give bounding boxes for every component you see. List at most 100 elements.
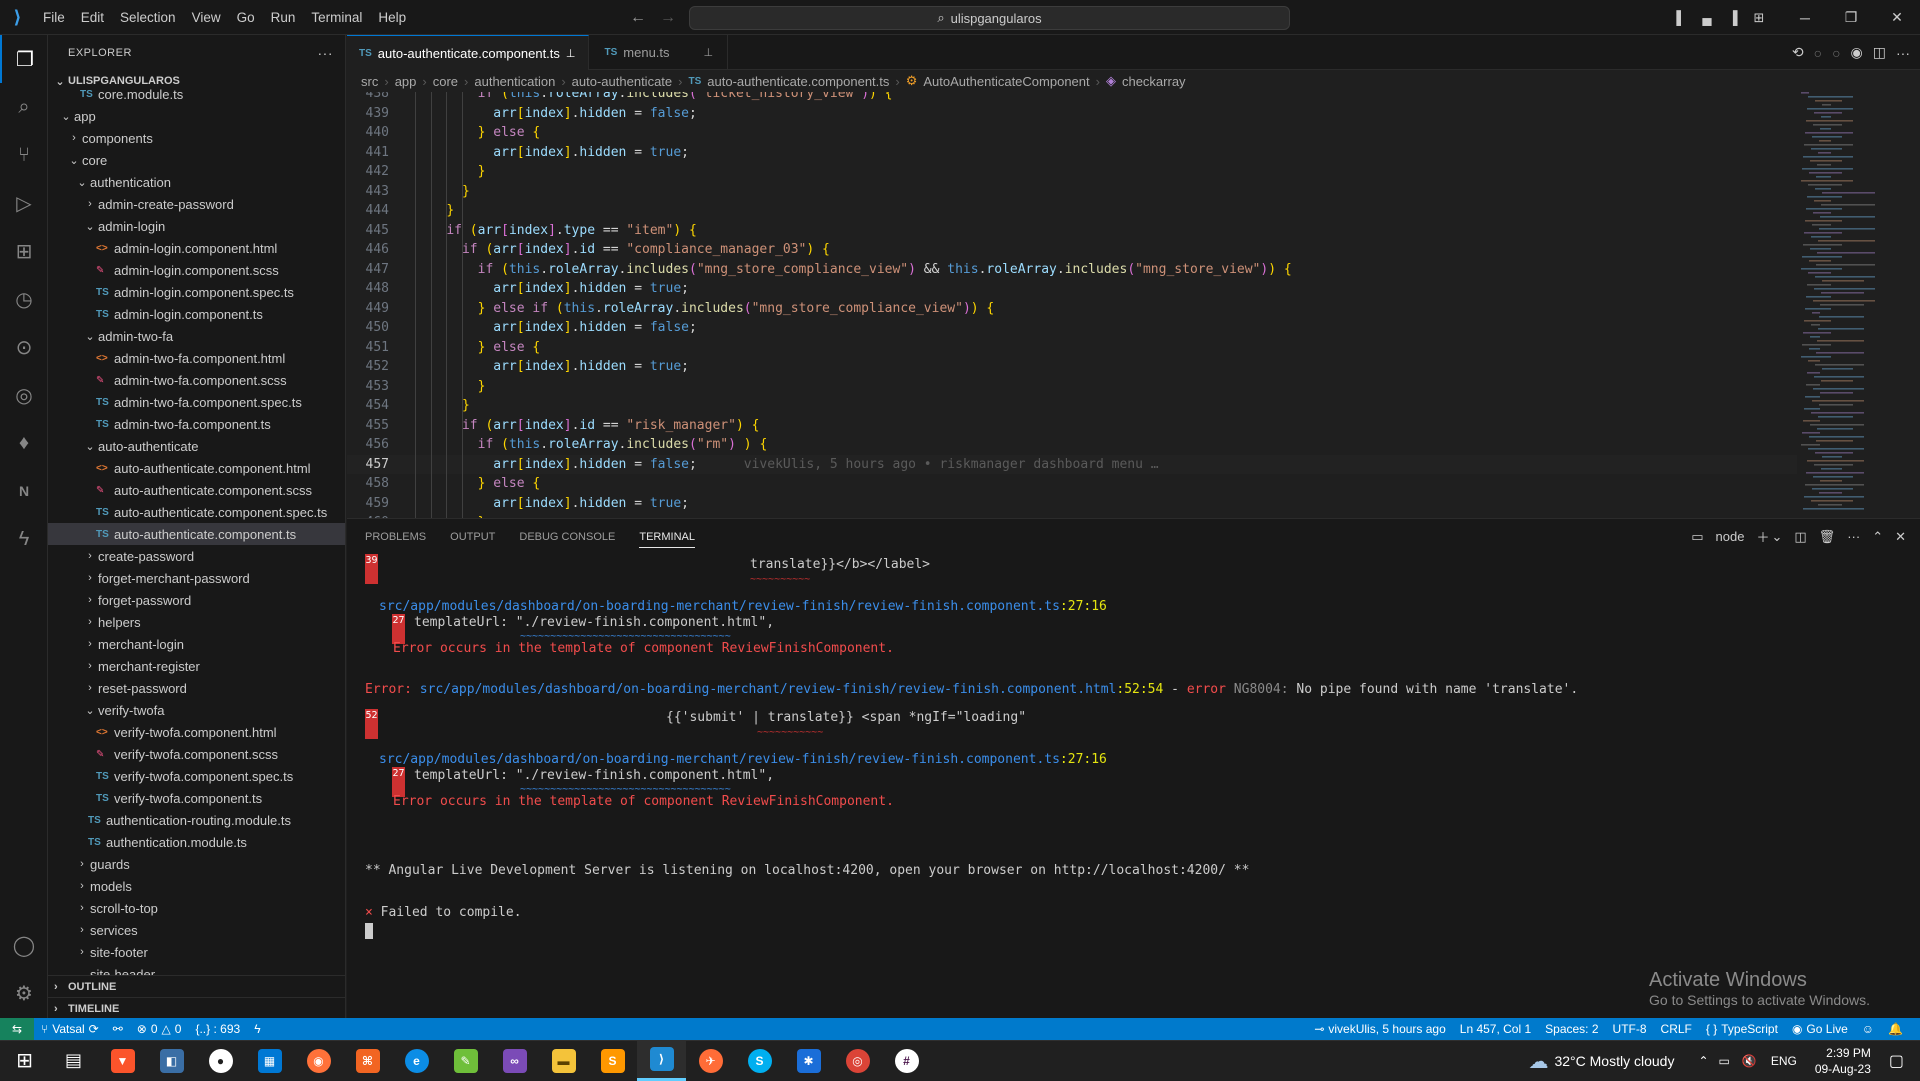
sublime-merge-icon[interactable]: ⌘ — [343, 1041, 392, 1081]
outline-section[interactable]: › OUTLINE — [48, 975, 345, 997]
code-line[interactable]: 452 arr[index].hidden = true; — [347, 357, 1797, 376]
accounts-icon[interactable]: ◯ — [0, 921, 48, 969]
file-item[interactable]: ✎ admin-two-fa.component.scss — [48, 369, 345, 391]
tab-terminal[interactable]: TERMINAL — [639, 531, 695, 548]
problems-indicator[interactable]: ⊗ 0 △ 0 — [130, 1022, 189, 1036]
folder-item[interactable]: › models — [48, 875, 345, 897]
file-item[interactable]: <> admin-two-fa.component.html — [48, 347, 345, 369]
breadcrumb-item[interactable]: auto-authenticate.component.ts — [707, 74, 889, 89]
command-center-search[interactable]: ⌕ ulispgangularos — [689, 6, 1290, 30]
tab-debug-console[interactable]: DEBUG CONSOLE — [519, 531, 615, 543]
file-item[interactable]: ✎ auto-authenticate.component.scss — [48, 479, 345, 501]
folder-item[interactable]: ⌄ verify-twofa — [48, 699, 345, 721]
maximize-panel-icon[interactable]: ⌃ — [1872, 529, 1883, 545]
folder-item[interactable]: ⌄ core — [48, 149, 345, 171]
folder-item[interactable]: › forget-password — [48, 589, 345, 611]
code-line[interactable]: 454 } — [347, 396, 1797, 415]
file-item[interactable]: TS admin-login.component.ts — [48, 303, 345, 325]
task-view-icon[interactable]: ▤ — [49, 1041, 98, 1081]
nx-console-icon[interactable]: N — [0, 467, 48, 515]
open-changes-icon[interactable]: ⟲ — [1792, 44, 1804, 61]
file-item[interactable]: TS authentication-routing.module.ts — [48, 809, 345, 831]
firefox-icon[interactable]: ◉ — [294, 1041, 343, 1081]
language-indicator[interactable]: ENG — [1771, 1054, 1797, 1068]
chrome-icon[interactable]: ◎ — [833, 1041, 882, 1081]
go-live-button[interactable]: ◉ Go Live — [1785, 1022, 1855, 1036]
chevron-down-icon[interactable]: ⌄ — [1771, 529, 1782, 545]
code-line[interactable]: 448 arr[index].hidden = true; — [347, 279, 1797, 298]
menu-edit[interactable]: Edit — [73, 0, 112, 35]
code-line[interactable]: 442 } — [347, 162, 1797, 181]
code-line[interactable]: 457 arr[index].hidden = false; vivekUlis… — [347, 454, 1797, 474]
file-path-link[interactable]: src/app/modules/dashboard/on-boarding-me… — [379, 599, 1060, 614]
code-line[interactable]: 450 arr[index].hidden = false; — [347, 318, 1797, 337]
language-mode[interactable]: { } TypeScript — [1699, 1022, 1785, 1036]
network-sync-icon[interactable]: ✱ — [784, 1041, 833, 1081]
code-line[interactable]: 443 } — [347, 182, 1797, 201]
folder-item[interactable]: ⌄ admin-two-fa — [48, 325, 345, 347]
pin-icon[interactable]: ⊥ — [704, 46, 714, 59]
file-path-link[interactable]: src/app/modules/dashboard/on-boarding-me… — [420, 682, 1117, 697]
git-lens-icon[interactable]: ◉ — [1851, 44, 1863, 61]
file-item[interactable]: <> admin-login.component.html — [48, 237, 345, 259]
remote-indicator-icon[interactable]: ⇆ — [0, 1018, 34, 1040]
next-change-icon[interactable]: ○ — [1832, 45, 1840, 61]
file-item[interactable]: <> auto-authenticate.component.html — [48, 457, 345, 479]
github-desktop-icon[interactable]: ● — [196, 1041, 245, 1081]
brave-browser-icon[interactable]: ▼ — [98, 1041, 147, 1081]
code-line[interactable]: 439 arr[index].hidden = false; — [347, 104, 1797, 123]
tab-menu[interactable]: TS menu.ts ⊥ — [589, 35, 729, 70]
windows-start-icon[interactable]: ⊞ — [0, 1041, 49, 1081]
explorer-icon[interactable]: ❐ — [0, 35, 48, 83]
menu-terminal[interactable]: Terminal — [303, 0, 370, 35]
microsoft-store-icon[interactable]: ▦ — [245, 1041, 294, 1081]
split-editor-icon[interactable]: ◫ — [1873, 44, 1886, 61]
file-item[interactable]: TS verify-twofa.component.ts — [48, 787, 345, 809]
folder-item[interactable]: › merchant-register — [48, 655, 345, 677]
folder-item[interactable]: ⌄ authentication — [48, 171, 345, 193]
search-icon[interactable]: ⌕ — [0, 83, 48, 131]
menu-view[interactable]: View — [184, 0, 229, 35]
breadcrumb-item[interactable]: core — [433, 74, 458, 89]
sublime-text-icon[interactable]: S — [588, 1041, 637, 1081]
code-line[interactable]: 445 if (arr[index].type == "item") { — [347, 221, 1797, 240]
code-line[interactable]: 441 arr[index].hidden = true; — [347, 143, 1797, 162]
folder-item[interactable]: › services — [48, 919, 345, 941]
postman-icon[interactable]: ✈ — [686, 1041, 735, 1081]
file-item[interactable]: TS admin-two-fa.component.ts — [48, 413, 345, 435]
code-line[interactable]: 446 if (arr[index].id == "compliance_man… — [347, 240, 1797, 259]
menu-go[interactable]: Go — [229, 0, 263, 35]
folder-item[interactable]: › merchant-login — [48, 633, 345, 655]
folder-item[interactable]: › helpers — [48, 611, 345, 633]
lightning-icon[interactable]: ϟ — [247, 1022, 267, 1036]
folder-item[interactable]: › reset-password — [48, 677, 345, 699]
folder-item[interactable]: › guards — [48, 853, 345, 875]
tab-output[interactable]: OUTPUT — [450, 531, 495, 543]
folder-item[interactable]: › components — [48, 127, 345, 149]
live-share-icon[interactable]: ⚯ — [106, 1022, 130, 1036]
network-app-icon[interactable]: ◧ — [147, 1041, 196, 1081]
file-item[interactable]: TS verify-twofa.component.spec.ts — [48, 765, 345, 787]
thunder-client-icon[interactable]: ϟ — [0, 515, 48, 563]
volume-muted-icon[interactable]: 🔇 — [1742, 1054, 1757, 1068]
tab-problems[interactable]: PROBLEMS — [365, 531, 426, 543]
branch-indicator[interactable]: ⑂ Vatsal ⟳ — [34, 1022, 106, 1036]
file-item[interactable]: TS admin-two-fa.component.spec.ts — [48, 391, 345, 413]
remote-explorer-icon[interactable]: ⊙ — [0, 323, 48, 371]
folder-item[interactable]: ⌄ admin-login — [48, 215, 345, 237]
file-item[interactable]: TS auto-authenticate.component.spec.ts — [48, 501, 345, 523]
file-item[interactable]: ✎ verify-twofa.component.scss — [48, 743, 345, 765]
split-terminal-icon[interactable]: ◫ — [1794, 529, 1806, 545]
git-history-icon[interactable]: ◷ — [0, 275, 48, 323]
vscode-taskbar-icon[interactable]: ⟩ — [637, 1040, 686, 1081]
folder-item[interactable]: › create-password — [48, 545, 345, 567]
menu-file[interactable]: File — [35, 0, 73, 35]
folder-item[interactable]: › scroll-to-top — [48, 897, 345, 919]
mongodb-icon[interactable]: ♦ — [0, 419, 48, 467]
encoding[interactable]: UTF-8 — [1606, 1022, 1654, 1036]
close-icon[interactable]: ✕ — [1874, 9, 1920, 26]
breadcrumb-item[interactable]: app — [395, 74, 417, 89]
terminal-name[interactable]: node — [1716, 529, 1745, 544]
file-item[interactable]: ✎ admin-login.component.scss — [48, 259, 345, 281]
file-explorer-icon[interactable]: ▬ — [539, 1041, 588, 1081]
